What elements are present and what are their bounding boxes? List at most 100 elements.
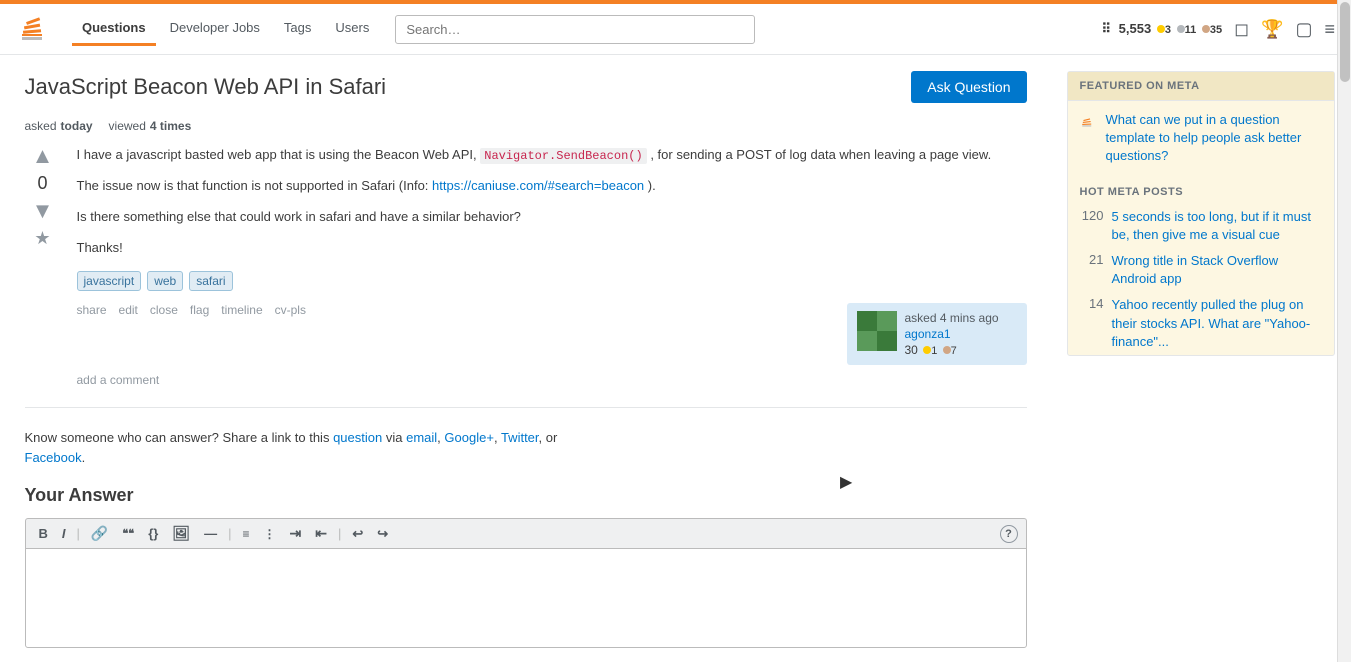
post-paragraph-1: I have a javascript basted web app that … bbox=[77, 145, 1027, 166]
twitter-link[interactable]: Twitter bbox=[501, 430, 539, 445]
asked-label: asked bbox=[25, 119, 57, 133]
user-bronze-dot bbox=[943, 346, 951, 354]
question-meta: asked today viewed 4 times bbox=[25, 119, 1027, 133]
tag-web[interactable]: web bbox=[147, 271, 183, 291]
edit-link[interactable]: edit bbox=[119, 303, 138, 317]
bookmark-button[interactable]: ★ bbox=[34, 228, 50, 249]
share-link[interactable]: share bbox=[77, 303, 107, 317]
editor-toolbar: B I | 🔗 ❝❝ {} 🖼 — | ≡ ⋮ ⇥ ⇤ | ↩ ↪ ? bbox=[25, 518, 1027, 548]
list-item: 120 5 seconds is too long, but if it mus… bbox=[1068, 204, 1334, 248]
image-button[interactable]: 🖼 bbox=[167, 523, 195, 544]
search-input[interactable] bbox=[395, 15, 755, 44]
ol-button[interactable]: ≡ bbox=[237, 525, 254, 543]
main-container: JavaScript Beacon Web API in Safari Ask … bbox=[1, 55, 1351, 664]
inbox-icon[interactable]: ◻ bbox=[1234, 19, 1249, 40]
user-gold-count: 1 bbox=[931, 345, 937, 357]
hot-meta-link-3[interactable]: Yahoo recently pulled the plug on their … bbox=[1112, 296, 1322, 351]
viewed-value: 4 times bbox=[150, 119, 191, 133]
upvote-button[interactable]: ▲ bbox=[32, 145, 54, 167]
answer-editor[interactable] bbox=[25, 548, 1027, 648]
facebook-link[interactable]: Facebook bbox=[25, 450, 82, 465]
timeline-link[interactable]: timeline bbox=[221, 303, 262, 317]
user-card: asked 4 mins ago agonza1 30 1 7 bbox=[847, 303, 1027, 365]
post-actions: share edit close flag timeline cv-pls bbox=[77, 303, 306, 317]
share-text-before: Know someone who can answer? Share a lin… bbox=[25, 430, 330, 445]
downvote-button[interactable]: ▼ bbox=[32, 200, 54, 222]
user-avatar bbox=[857, 311, 897, 351]
add-comment-link[interactable]: add a comment bbox=[77, 373, 160, 387]
stack-overflow-logo-icon bbox=[16, 13, 48, 45]
username-link[interactable]: agonza1 bbox=[905, 327, 999, 341]
your-answer-title: Your Answer bbox=[25, 485, 1027, 506]
asked-value: today bbox=[61, 119, 93, 133]
featured-on-meta-content: What can we put in a question template t… bbox=[1068, 101, 1334, 176]
italic-button[interactable]: I bbox=[57, 524, 71, 543]
nav-users[interactable]: Users bbox=[325, 12, 379, 46]
nav-developer-jobs[interactable]: Developer Jobs bbox=[160, 12, 270, 46]
para2-start: The issue now is that function is not su… bbox=[77, 178, 429, 193]
gold-dot bbox=[1157, 25, 1165, 33]
list-item: 21 Wrong title in Stack Overflow Android… bbox=[1068, 248, 1334, 292]
reputation-block[interactable]: ⠿ 5,553 3 11 35 bbox=[1102, 21, 1223, 37]
outdent-button[interactable]: ⇤ bbox=[310, 523, 332, 544]
nav-questions[interactable]: Questions bbox=[72, 12, 156, 46]
caniuse-link[interactable]: https://caniuse.com/#search=beacon bbox=[432, 178, 644, 193]
user-gold-dot bbox=[923, 346, 931, 354]
undo-button[interactable]: ↩ bbox=[347, 524, 368, 544]
hot-meta-link-1[interactable]: 5 seconds is too long, but if it must be… bbox=[1112, 208, 1322, 244]
logo[interactable] bbox=[16, 13, 48, 45]
hot-meta-count-1: 120 bbox=[1080, 208, 1104, 223]
hamburger-icon[interactable]: ≡ bbox=[1324, 19, 1335, 40]
tag-javascript[interactable]: javascript bbox=[77, 271, 142, 291]
list-item: 14 Yahoo recently pulled the plug on the… bbox=[1068, 292, 1334, 355]
cvpls-link[interactable]: cv-pls bbox=[275, 303, 306, 317]
hot-meta-link-2[interactable]: Wrong title in Stack Overflow Android ap… bbox=[1112, 252, 1322, 288]
bold-button[interactable]: B bbox=[34, 524, 53, 543]
trophy-icon[interactable]: 🏆 bbox=[1261, 19, 1283, 40]
nav-tags[interactable]: Tags bbox=[274, 12, 321, 46]
ask-question-button[interactable]: Ask Question bbox=[911, 71, 1026, 103]
bronze-count: 35 bbox=[1210, 24, 1222, 36]
post-body: I have a javascript basted web app that … bbox=[77, 145, 1027, 387]
header: Questions Developer Jobs Tags Users ⠿ 5,… bbox=[0, 4, 1351, 55]
asked-when: asked 4 mins ago bbox=[905, 311, 999, 325]
user-reputation: 30 1 7 bbox=[905, 343, 999, 357]
rep-value: 30 bbox=[905, 343, 918, 357]
toolbar-sep-3: | bbox=[336, 526, 343, 541]
post-footer: share edit close flag timeline cv-pls bbox=[77, 303, 1027, 365]
question-link[interactable]: question bbox=[333, 430, 382, 445]
scrollbar-track[interactable] bbox=[1337, 0, 1351, 662]
ul-button[interactable]: ⋮ bbox=[259, 525, 281, 543]
email-link[interactable]: email bbox=[406, 430, 437, 445]
googleplus-link[interactable]: Google+ bbox=[444, 430, 494, 445]
para1-start: I have a javascript basted web app that … bbox=[77, 147, 477, 162]
page-title-row: JavaScript Beacon Web API in Safari Ask … bbox=[25, 71, 1027, 103]
featured-on-meta-box: FEATURED ON META What can we put in a qu… bbox=[1067, 71, 1335, 356]
review-icon[interactable]: ▢ bbox=[1295, 19, 1312, 40]
toolbar-sep-1: | bbox=[75, 526, 82, 541]
flag-link[interactable]: flag bbox=[190, 303, 209, 317]
code-button[interactable]: {} bbox=[143, 524, 163, 543]
featured-item: What can we put in a question template t… bbox=[1080, 111, 1322, 166]
silver-dot bbox=[1177, 25, 1185, 33]
indent-button[interactable]: ⇥ bbox=[285, 523, 307, 544]
close-link[interactable]: close bbox=[150, 303, 178, 317]
para1-end: , for sending a POST of log data when le… bbox=[650, 147, 991, 162]
vote-cell: ▲ 0 ▼ ★ bbox=[25, 145, 61, 387]
header-right: ⠿ 5,553 3 11 35 ◻ 🏆 ▢ ≡ bbox=[1102, 19, 1336, 40]
redo-button[interactable]: ↪ bbox=[372, 524, 393, 544]
toolbar-sep-2: | bbox=[226, 526, 233, 541]
link-button[interactable]: 🔗 bbox=[86, 523, 113, 544]
scrollbar-thumb[interactable] bbox=[1340, 2, 1350, 82]
divider bbox=[25, 407, 1027, 408]
featured-link[interactable]: What can we put in a question template t… bbox=[1106, 111, 1322, 166]
horizontal-button[interactable]: — bbox=[199, 524, 222, 543]
hot-meta-title: HOT META POSTS bbox=[1068, 176, 1334, 204]
share-section: Know someone who can answer? Share a lin… bbox=[25, 428, 1027, 470]
blockquote-button[interactable]: ❝❝ bbox=[117, 525, 139, 542]
reputation-score: 5,553 bbox=[1119, 21, 1152, 36]
meta-so-icon bbox=[1080, 113, 1098, 136]
tag-safari[interactable]: safari bbox=[189, 271, 232, 291]
post-paragraph-4: Thanks! bbox=[77, 238, 1027, 259]
help-button[interactable]: ? bbox=[1000, 525, 1018, 543]
